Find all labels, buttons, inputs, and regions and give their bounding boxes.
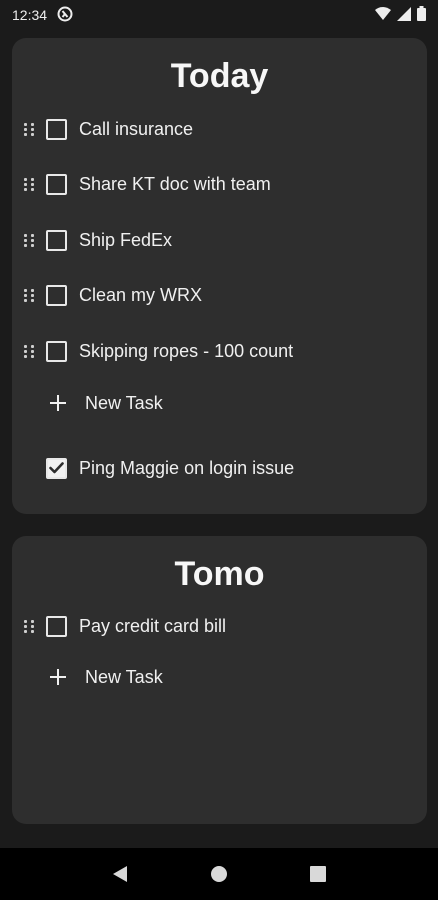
task-label[interactable]: Pay credit card bill [79, 616, 226, 637]
task-row[interactable]: Ship FedEx [12, 220, 172, 260]
drag-handle-icon[interactable] [24, 619, 36, 633]
today-card: Today Call insurance Share KT doc with t… [12, 38, 427, 514]
battery-icon [417, 6, 426, 24]
status-bar: 12:34 [0, 0, 438, 30]
new-task-button[interactable]: New Task [12, 383, 163, 423]
task-checkbox-checked[interactable] [46, 457, 67, 479]
task-row[interactable]: Skipping ropes - 100 count [12, 331, 293, 371]
task-row[interactable]: Clean my WRX [12, 275, 202, 315]
status-time: 12:34 [12, 7, 48, 23]
task-row[interactable]: Pay credit card bill [12, 606, 226, 646]
task-label[interactable]: Ping Maggie on login issue [79, 458, 294, 479]
home-icon[interactable] [199, 854, 239, 894]
status-right [375, 6, 426, 24]
task-checkbox[interactable] [46, 173, 67, 195]
task-checkbox[interactable] [46, 118, 67, 140]
status-left: 12:34 [12, 6, 73, 25]
task-label[interactable]: Call insurance [79, 119, 193, 140]
navigation-bar [0, 848, 438, 900]
drag-handle-icon[interactable] [24, 344, 36, 358]
drag-handle-icon[interactable] [24, 233, 36, 247]
task-label[interactable]: Ship FedEx [79, 230, 172, 251]
drag-handle-icon[interactable] [24, 177, 36, 191]
tomo-title: Tomo [174, 555, 265, 593]
today-title: Today [170, 57, 269, 95]
new-task-label: New Task [85, 666, 163, 687]
task-checkbox[interactable] [46, 615, 67, 637]
back-icon[interactable] [100, 854, 140, 894]
recents-icon[interactable] [298, 854, 338, 894]
task-checkbox[interactable] [46, 229, 67, 251]
task-row[interactable]: Call insurance [12, 109, 193, 149]
signal-icon [397, 6, 411, 24]
plus-icon [50, 395, 66, 411]
task-row[interactable]: Share KT doc with team [12, 164, 271, 204]
task-label[interactable]: Skipping ropes - 100 count [79, 341, 293, 362]
new-task-button[interactable]: New Task [12, 657, 163, 697]
task-checkbox[interactable] [46, 284, 67, 306]
drag-handle-icon[interactable] [24, 122, 36, 136]
plus-icon [50, 669, 66, 685]
app-notification-icon [57, 6, 73, 25]
checkmark-icon [49, 462, 64, 474]
tomo-card: Tomo Pay credit card bill New Task [12, 536, 427, 824]
task-label[interactable]: Share KT doc with team [79, 174, 271, 195]
completed-task-row[interactable]: Ping Maggie on login issue [12, 448, 294, 488]
wifi-icon [375, 6, 391, 24]
new-task-label: New Task [85, 392, 163, 413]
drag-handle-icon[interactable] [24, 288, 36, 302]
task-label[interactable]: Clean my WRX [79, 285, 202, 306]
task-checkbox[interactable] [46, 340, 67, 362]
